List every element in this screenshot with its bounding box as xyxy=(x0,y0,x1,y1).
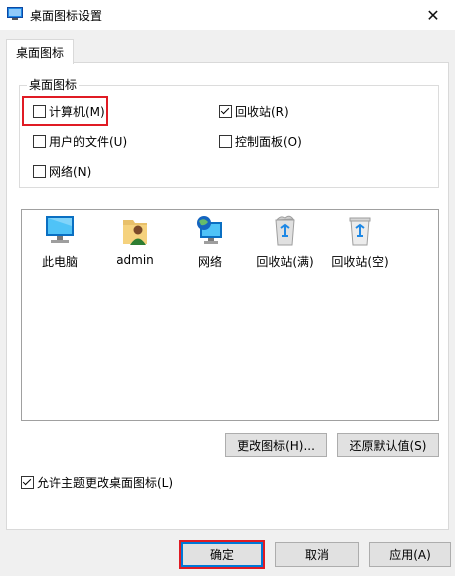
icon-item-admin[interactable]: admin xyxy=(103,214,167,267)
recycle-bin-full-icon xyxy=(275,215,295,246)
recycle-bin-checkbox[interactable] xyxy=(219,105,232,118)
ok-highlight-box xyxy=(179,540,265,569)
tab-label: 桌面图标 xyxy=(15,45,64,60)
user-files-checkbox[interactable] xyxy=(33,135,46,148)
icon-label: 网络 xyxy=(197,255,222,269)
icon-label: 回收站(空) xyxy=(331,255,389,269)
recycle-bin-checkbox-label[interactable]: 回收站(R) xyxy=(235,103,289,120)
network-checkbox-label[interactable]: 网络(N) xyxy=(49,163,91,180)
icon-item-network[interactable]: 网络 xyxy=(178,214,242,270)
highlight-box xyxy=(22,96,108,126)
icon-item-recycle-bin-empty[interactable]: 回收站(空) xyxy=(328,214,392,270)
icon-item-this-pc[interactable]: 此电脑 xyxy=(28,214,92,270)
desktop-settings-icon xyxy=(7,7,23,21)
allow-theme-checkbox-label[interactable]: 允许主题更改桌面图标(L) xyxy=(37,474,173,491)
icon-label: admin xyxy=(116,253,154,267)
close-button[interactable]: ✕ xyxy=(411,0,455,30)
control-panel-checkbox-label[interactable]: 控制面板(O) xyxy=(235,133,302,150)
restore-default-button[interactable]: 还原默认值(S) xyxy=(337,433,439,457)
network-icon xyxy=(197,216,222,244)
icon-label: 此电脑 xyxy=(41,255,78,269)
icon-item-recycle-bin-full[interactable]: 回收站(满) xyxy=(253,214,317,270)
group-legend: 桌面图标 xyxy=(27,76,80,93)
cancel-button[interactable]: 取消 xyxy=(275,542,359,567)
recycle-bin-empty-icon xyxy=(349,217,371,246)
computer-icon xyxy=(46,216,74,243)
close-icon: ✕ xyxy=(426,5,440,25)
allow-theme-checkbox[interactable] xyxy=(21,476,34,489)
icon-label: 回收站(满) xyxy=(256,255,314,269)
tab-desktop-icons[interactable]: 桌面图标 xyxy=(6,39,74,64)
change-icon-button[interactable]: 更改图标(H)... xyxy=(225,433,327,457)
control-panel-checkbox[interactable] xyxy=(219,135,232,148)
network-checkbox[interactable] xyxy=(33,165,46,178)
user-folder-icon xyxy=(123,220,147,245)
user-files-checkbox-label[interactable]: 用户的文件(U) xyxy=(49,133,127,150)
apply-button[interactable]: 应用(A) xyxy=(369,542,451,567)
window-title: 桌面图标设置 xyxy=(30,9,103,23)
